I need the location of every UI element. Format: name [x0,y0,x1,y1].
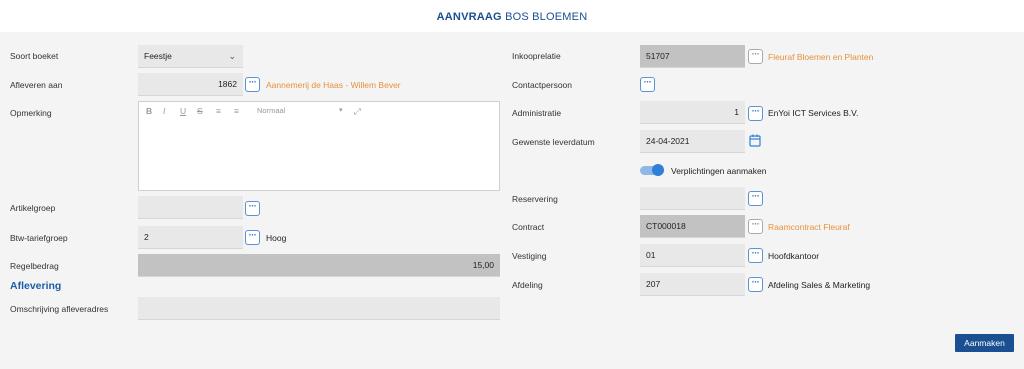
afdeling-field[interactable]: 207 [640,273,745,296]
aanmaken-button[interactable]: Aanmaken [955,334,1014,352]
contactpersoon-lookup-icon[interactable]: ··· [640,77,655,92]
regelbedrag-label: Regelbedrag [10,261,59,271]
administratie-desc: EnYoi ICT Services B.V. [768,108,859,118]
page-title-bold: AANVRAAG [436,11,502,23]
btw-desc: Hoog [266,233,287,243]
artikelgroep-field[interactable] [138,196,243,219]
verplichtingen-toggle[interactable] [640,164,664,176]
administratie-label: Administratie [512,108,562,118]
page-header: AANVRAAG BOS BLOEMEN [0,0,1024,32]
afleveren-aan-link[interactable]: Aannemerij de Haas - Willem Bever [266,80,401,90]
soort-boeket-select[interactable]: Feestje ⌄ [138,45,243,68]
reservering-lookup-icon[interactable]: ··· [748,191,763,206]
verplichtingen-label: Verplichtingen aanmaken [671,166,767,176]
omschrijving-field[interactable] [138,297,500,320]
toggle-knob [652,164,664,176]
chevron-down-icon: ⌄ [228,51,236,61]
bold-icon[interactable]: B [146,106,152,116]
vestiging-field[interactable]: 01 [640,244,745,267]
btw-lookup-icon[interactable]: ··· [245,230,260,245]
contract-field: CT000018 [640,215,745,238]
opmerking-editor[interactable]: B I U S ≡ ≡ Normaal ▾ ⤢ [138,101,500,191]
vestiging-label: Vestiging [512,251,547,261]
reservering-label: Reservering [512,194,558,204]
underline-icon[interactable]: U [180,106,186,116]
soort-boeket-value: Feestje [144,51,172,61]
afleveren-aan-field[interactable]: 1862 [138,73,243,96]
afleveren-aan-label: Afleveren aan [10,80,63,90]
omschrijving-label: Omschrijving afleveradres [10,304,109,314]
reservering-field[interactable] [640,187,745,210]
afdeling-label: Afdeling [512,280,543,290]
inkooprelatie-field: 51707 [640,45,745,68]
inkooprelatie-lookup-icon[interactable]: ··· [748,49,763,64]
calendar-icon[interactable] [749,134,761,147]
regelbedrag-field: 15,00 [138,254,500,277]
leverdatum-label: Gewenste leverdatum [512,137,595,147]
administratie-field[interactable]: 1 [640,101,745,124]
btw-label: Btw-tariefgroep [10,233,68,243]
afleveren-aan-lookup-icon[interactable]: ··· [245,77,260,92]
page-title-light: BOS BLOEMEN [505,11,588,23]
opmerking-label: Opmerking [10,108,52,118]
ordered-list-icon[interactable]: ≡ [216,106,221,116]
inkooprelatie-label: Inkooprelatie [512,51,561,61]
contactpersoon-label: Contactpersoon [512,80,573,90]
afdeling-lookup-icon[interactable]: ··· [748,277,763,292]
artikelgroep-label: Artikelgroep [10,203,56,213]
afdeling-desc: Afdeling Sales & Marketing [768,280,871,290]
administratie-lookup-icon[interactable]: ··· [748,106,763,121]
soort-boeket-label: Soort boeket [10,51,59,61]
contract-link[interactable]: Raamcontract Fleuraf [768,222,850,232]
artikelgroep-lookup-icon[interactable]: ··· [245,201,260,216]
leverdatum-field[interactable]: 24-04-2021 [640,130,745,153]
aflevering-heading: Aflevering [10,280,62,292]
contract-lookup-icon[interactable]: ··· [748,219,763,234]
vestiging-lookup-icon[interactable]: ··· [748,248,763,263]
btw-field[interactable]: 2 [138,226,243,249]
italic-icon[interactable]: I [163,106,165,116]
strikethrough-icon[interactable]: S [197,106,203,116]
contract-label: Contract [512,222,545,232]
vestiging-desc: Hoofdkantoor [768,251,820,261]
bullet-list-icon[interactable]: ≡ [234,106,239,116]
style-dropdown-caret-icon[interactable]: ▾ [339,106,343,114]
style-dropdown[interactable]: Normaal [257,106,285,115]
fullscreen-icon[interactable]: ⤢ [354,106,361,117]
inkooprelatie-link[interactable]: Fleuraf Bloemen en Planten [768,52,873,62]
